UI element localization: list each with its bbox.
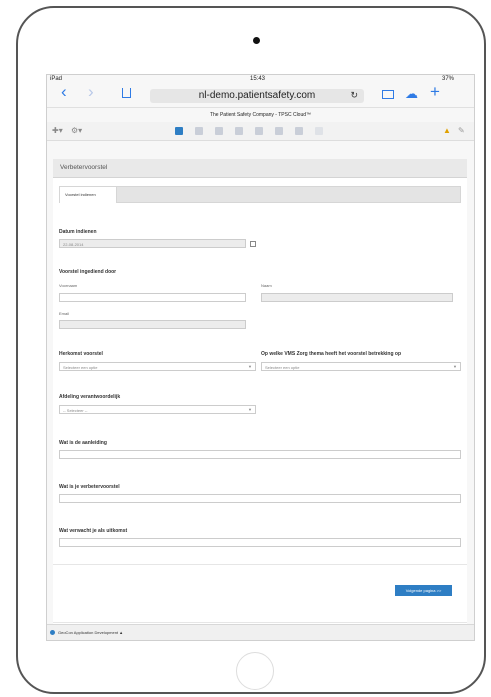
tools-icon[interactable]: ✎ (458, 126, 465, 135)
toolbar-home-icon[interactable] (175, 127, 183, 135)
toolbar-doc-icon[interactable] (255, 127, 263, 135)
toolbar-chart-icon[interactable] (215, 127, 223, 135)
home-button[interactable] (236, 652, 274, 690)
camera-dot (253, 37, 260, 44)
herkomst-select[interactable]: Selecteer een optie ▼ (59, 362, 256, 371)
safari-toolbar: ‹ › nl-demo.patientsafety.com ↻ ☁ + (47, 82, 474, 107)
voornaam-field[interactable] (59, 293, 246, 302)
tab-strip: Voorstel indienen (59, 186, 461, 203)
url-text: nl-demo.patientsafety.com (198, 90, 316, 101)
divider (53, 622, 467, 623)
forward-icon[interactable]: › (88, 82, 94, 102)
vms-select[interactable]: Selecteer een optie ▼ (261, 362, 461, 371)
toolbar-upload-icon[interactable] (315, 127, 323, 135)
app-toolbar: ✚▾ ⚙▾ ▲ ✎ (47, 122, 474, 141)
app-footer: GeoCon Application Development ▲ (47, 624, 474, 640)
address-bar[interactable]: nl-demo.patientsafety.com ↻ (150, 89, 364, 103)
aanleiding-field[interactable] (59, 450, 461, 459)
ipad-screen: iPad 15:43 37% ‹ › nl-demo.patientsafety… (46, 74, 475, 641)
naam-label: Naam (261, 283, 272, 288)
calendar-icon[interactable] (250, 241, 256, 247)
vms-label: Op welke VMS Zorg thema heeft het voorst… (261, 351, 402, 357)
voorstel-field[interactable] (59, 494, 461, 503)
clock: 15:43 (250, 76, 266, 82)
form-page: Verbetervoorstel Voorstel indienen Datum… (53, 159, 467, 634)
afdeling-label: Afdeling verantwoordelijk (59, 394, 121, 400)
settings-icon[interactable]: ⚙▾ (71, 126, 82, 135)
share-icon[interactable] (122, 88, 131, 98)
chevron-down-icon: ▼ (248, 407, 252, 412)
status-bar: iPad 15:43 37% (47, 75, 474, 85)
naam-field[interactable] (261, 293, 453, 302)
back-icon[interactable]: ‹ (61, 82, 67, 102)
bookmarks-icon[interactable] (382, 90, 394, 99)
email-label: Email (59, 311, 70, 316)
toolbar-refresh-icon[interactable] (235, 127, 243, 135)
footer-link[interactable]: GeoCon Application Development ▲ (58, 630, 123, 635)
page-header: Verbetervoorstel (53, 159, 467, 178)
app-logo-icon (50, 630, 55, 635)
add-icon[interactable]: ✚▾ (52, 126, 63, 135)
toolbar-grid-icon[interactable] (275, 127, 283, 135)
reload-icon[interactable]: ↻ (350, 90, 358, 101)
tab-label: Voorstel indienen (65, 192, 96, 197)
toolbar-table-icon[interactable] (295, 127, 303, 135)
warning-icon[interactable]: ▲ (443, 126, 451, 135)
uitkomst-label: Wat verwacht je als uitkomst (59, 528, 128, 534)
battery-level: 37% (442, 76, 455, 82)
vms-value: Selecteer een optie (265, 364, 300, 370)
cloud-tabs-icon[interactable]: ☁ (405, 86, 418, 102)
page-tab-title: The Patient Safety Company - TPSC Cloud™ (47, 107, 474, 122)
afdeling-value: -- Selecteer -- (63, 407, 88, 413)
ingediend-door-label: Voorstel ingediend door (59, 269, 117, 275)
email-field[interactable] (59, 320, 246, 329)
herkomst-label: Herkomst voorstel (59, 351, 103, 357)
datum-value: 22-08-2014 (63, 241, 84, 247)
datum-label: Datum indienen (59, 229, 97, 235)
chevron-down-icon: ▼ (248, 364, 252, 369)
next-page-button[interactable]: Volgende pagina >> (395, 585, 452, 596)
aanleiding-label: Wat is de aanleiding (59, 440, 107, 446)
divider (53, 564, 467, 565)
tab-voorstel-indienen[interactable]: Voorstel indienen (60, 187, 117, 203)
herkomst-value: Selecteer een optie (63, 364, 98, 370)
new-tab-icon[interactable]: + (430, 82, 440, 102)
uitkomst-field[interactable] (59, 538, 461, 547)
toolbar-list-icon[interactable] (195, 127, 203, 135)
page-title: Verbetervoorstel (60, 164, 108, 171)
chevron-down-icon: ▼ (453, 364, 457, 369)
next-page-label: Volgende pagina >> (405, 588, 442, 593)
datum-field[interactable]: 22-08-2014 (59, 239, 246, 248)
voorstel-label: Wat is je verbetervoorstel (59, 484, 120, 490)
voornaam-label: Voornaam (59, 283, 78, 288)
afdeling-select[interactable]: -- Selecteer -- ▼ (59, 405, 256, 414)
